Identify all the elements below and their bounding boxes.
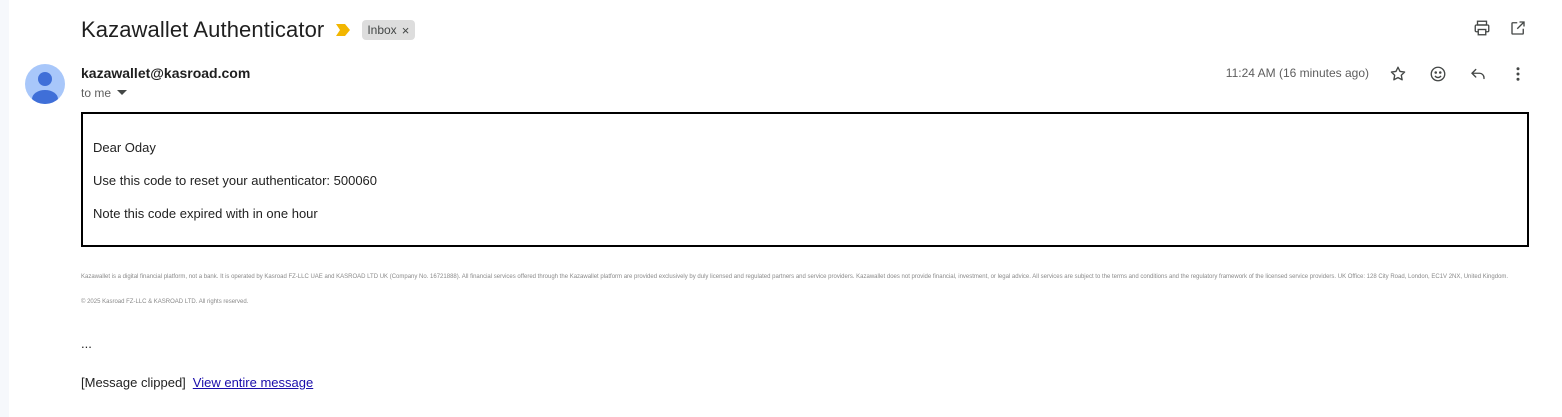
- message-clipped-notice: [Message clipped] View entire message: [81, 375, 313, 390]
- message-clipped-text: [Message clipped]: [81, 375, 186, 390]
- subject-row: Kazawallet Authenticator Inbox ×: [81, 14, 416, 46]
- message-timestamp: 11:24 AM (16 minutes ago): [1225, 66, 1369, 80]
- recipient-label: to me: [81, 86, 112, 100]
- label-chip-text: Inbox: [367, 23, 397, 37]
- body-greeting: Dear Oday: [93, 140, 156, 155]
- open-in-new-window-icon[interactable]: [1508, 18, 1528, 38]
- emoji-react-icon[interactable]: [1428, 64, 1448, 84]
- trimmed-content-toggle[interactable]: ...: [81, 336, 92, 351]
- recipient-details-toggle[interactable]: to me: [81, 86, 128, 100]
- print-icon[interactable]: [1472, 18, 1492, 38]
- left-rail: [0, 0, 9, 417]
- thread-actions: [1472, 18, 1528, 38]
- sender-avatar[interactable]: [25, 64, 65, 104]
- email-subject: Kazawallet Authenticator: [81, 17, 325, 42]
- chevron-down-icon: [117, 90, 128, 95]
- email-body: Dear Oday Use this code to reset your au…: [81, 112, 1529, 247]
- view-entire-message-link[interactable]: View entire message: [193, 375, 313, 390]
- sender-email[interactable]: kazawallet@kasroad.com: [81, 65, 250, 81]
- body-note-line: Note this code expired with in one hour: [93, 206, 318, 221]
- remove-label-button[interactable]: ×: [402, 24, 410, 37]
- more-vert-icon[interactable]: [1508, 64, 1528, 84]
- label-chip-inbox: Inbox ×: [362, 20, 416, 40]
- body-code-line: Use this code to reset your authenticato…: [93, 173, 378, 188]
- footer-copyright: © 2025 Kasroad FZ-LLC & KASROAD LTD. All…: [81, 299, 249, 305]
- reply-icon[interactable]: [1468, 64, 1488, 84]
- footer-disclaimer: Kazawallet is a digital financial platfo…: [81, 274, 1509, 280]
- person-icon: [32, 72, 58, 104]
- star-icon[interactable]: [1388, 64, 1408, 84]
- importance-marker-icon[interactable]: [336, 23, 352, 37]
- message-actions: [1388, 64, 1528, 84]
